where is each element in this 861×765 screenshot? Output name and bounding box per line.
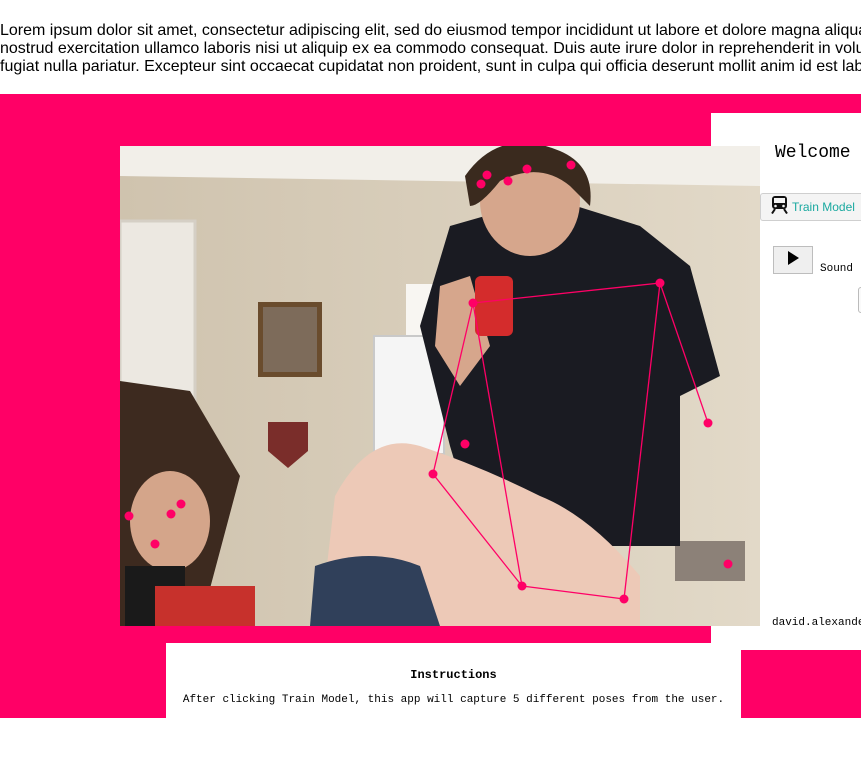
pose-overlay-canvas — [120, 146, 760, 626]
intro-paragraph: Lorem ipsum dolor sit amet, consectetur … — [0, 22, 861, 76]
welcome-heading: Welcome — [775, 143, 851, 163]
train-icon — [771, 195, 788, 219]
instructions-box: Instructions After clicking Train Model,… — [166, 643, 741, 718]
train-model-label: Train Model — [792, 200, 855, 214]
play-sound-button[interactable] — [773, 246, 813, 274]
sound-label: Sound — [820, 263, 854, 275]
instructions-text: After clicking Train Model, this app wil… — [182, 694, 725, 706]
play-icon — [787, 250, 799, 270]
intro-line: nostrud exercitation ullamco laboris nis… — [0, 40, 861, 57]
train-model-button[interactable]: Train Model — [760, 193, 861, 221]
instructions-title: Instructions — [410, 668, 497, 682]
intro-line: fugiat nulla pariatur. Excepteur sint oc… — [0, 58, 861, 75]
user-email: david.alexande — [772, 617, 861, 629]
pink-corner-block — [741, 650, 861, 718]
webcam-feed — [120, 146, 760, 626]
intro-line: Lorem ipsum dolor sit amet, consectetur … — [0, 22, 861, 39]
